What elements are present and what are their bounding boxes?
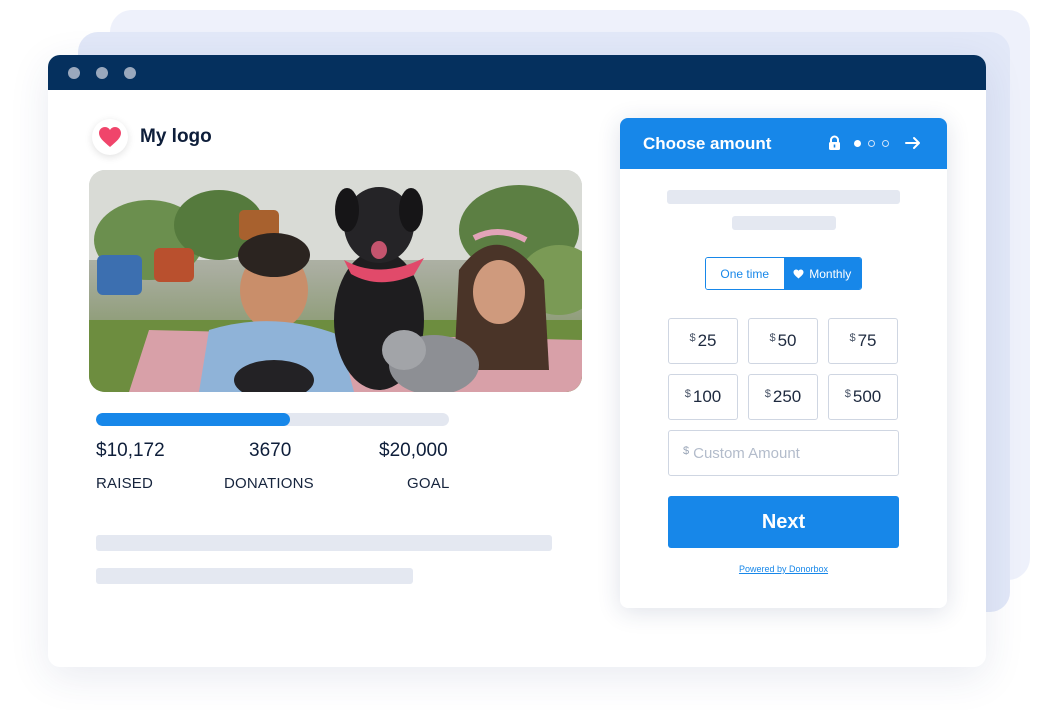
window-dot-1 — [68, 67, 80, 79]
browser-window: My logo $10,172 3670 $20,000 RAISED DONA… — [48, 55, 986, 667]
window-dot-3 — [124, 67, 136, 79]
donation-form-header: Choose amount — [620, 118, 947, 169]
amount-button-100[interactable]: $100 — [668, 374, 738, 420]
amount-button-50[interactable]: $50 — [748, 318, 818, 364]
step-indicator-2 — [868, 140, 875, 147]
window-dot-2 — [96, 67, 108, 79]
form-placeholder-line-1 — [667, 190, 900, 204]
goal-label: GOAL — [407, 475, 450, 492]
custom-amount-placeholder: Custom Amount — [693, 444, 800, 462]
next-button-label: Next — [761, 510, 806, 533]
donations-label: DONATIONS — [224, 475, 314, 492]
step-indicator-1 — [854, 140, 861, 147]
campaign-progress-fill — [96, 413, 291, 426]
currency-symbol: $ — [849, 332, 856, 344]
heart-icon — [99, 127, 121, 147]
amount-value: 250 — [772, 387, 802, 406]
campaign-progress-bar — [96, 413, 449, 426]
amount-button-250[interactable]: $250 — [748, 374, 818, 420]
amount-button-25[interactable]: $25 — [668, 318, 738, 364]
frequency-monthly[interactable]: Monthly — [783, 258, 861, 289]
currency-symbol: $ — [684, 388, 691, 400]
currency-symbol: $ — [683, 444, 690, 457]
raised-label: RAISED — [96, 475, 154, 492]
description-placeholder-line-2 — [96, 568, 413, 584]
form-placeholder-line-2 — [732, 216, 836, 230]
currency-symbol: $ — [764, 388, 771, 400]
frequency-one-time-label: One time — [720, 266, 770, 281]
donation-form: Choose amount One time Monthly $ 25 $ 50… — [620, 118, 947, 608]
lock-icon — [829, 135, 840, 150]
amount-button-500[interactable]: $500 — [828, 374, 898, 420]
raised-value: $10,172 — [96, 440, 165, 461]
currency-symbol: $ — [689, 332, 696, 344]
currency-symbol: $ — [769, 332, 776, 344]
frequency-toggle: One time Monthly — [705, 257, 862, 290]
frequency-monthly-label: Monthly — [809, 266, 852, 281]
custom-amount-input[interactable]: $ Custom Amount — [668, 430, 899, 476]
step-indicator-3 — [882, 140, 889, 147]
amount-value: 500 — [852, 387, 882, 406]
logo-badge — [92, 119, 128, 155]
heart-icon — [793, 268, 804, 279]
goal-value: $20,000 — [379, 440, 448, 461]
powered-by-link[interactable]: Powered by Donorbox — [620, 564, 947, 574]
donations-value: 3670 — [249, 440, 292, 461]
browser-titlebar — [48, 55, 986, 90]
form-title: Choose amount — [643, 134, 772, 153]
amount-value: 50 — [777, 331, 797, 350]
amount-value: 75 — [857, 331, 877, 350]
next-button[interactable]: Next — [668, 496, 899, 548]
arrow-right-icon[interactable] — [905, 136, 921, 150]
amount-value: 100 — [692, 387, 722, 406]
logo-text: My logo — [140, 126, 212, 147]
currency-symbol: $ — [844, 388, 851, 400]
campaign-photo — [89, 170, 582, 392]
amount-button-75[interactable]: $75 — [828, 318, 898, 364]
description-placeholder-line-1 — [96, 535, 552, 551]
amount-value: 25 — [697, 331, 717, 350]
frequency-one-time[interactable]: One time — [706, 258, 784, 289]
